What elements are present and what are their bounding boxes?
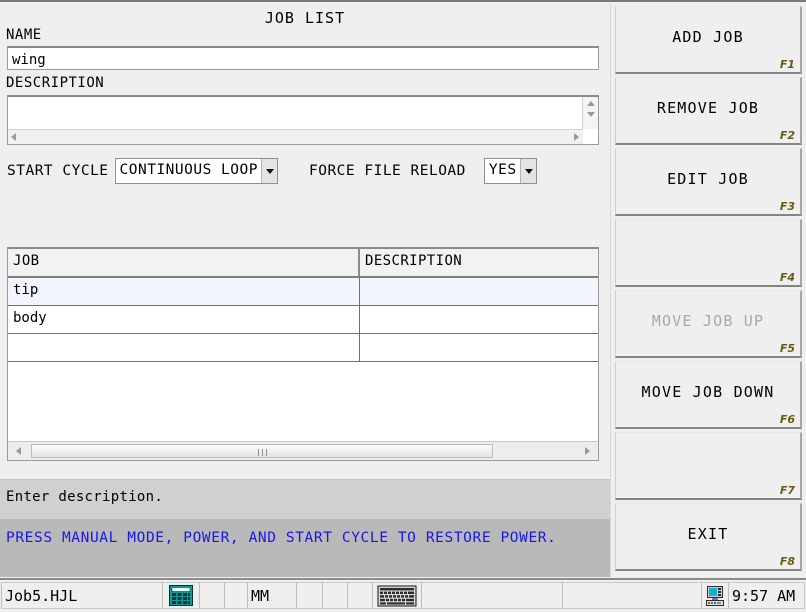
scroll-down-icon[interactable]	[586, 112, 595, 117]
force-file-reload-value: YES	[488, 162, 517, 178]
cell-description	[360, 334, 598, 361]
computer-icon	[706, 585, 724, 606]
status-empty-5	[347, 582, 373, 609]
move-job-up-button[interactable]: MOVE JOB UP F5	[615, 290, 802, 358]
scroll-right-icon[interactable]	[585, 447, 590, 455]
function-key-panel: ADD JOB F1 REMOVE JOB F2 EDIT JOB F3 F4 …	[610, 4, 806, 580]
button-label: MOVE JOB UP	[651, 311, 765, 330]
cell-description	[360, 306, 598, 333]
f7-button[interactable]: F7	[615, 432, 802, 500]
button-label: EXIT	[687, 524, 729, 543]
fkey-badge: F2	[779, 129, 795, 142]
status-empty-4	[322, 582, 348, 609]
chevron-down-icon[interactable]	[260, 159, 277, 183]
page-title: JOB LIST	[264, 9, 346, 27]
add-job-button[interactable]: ADD JOB F1	[615, 6, 802, 74]
name-input[interactable]: wing	[7, 46, 599, 70]
description-label: DESCRIPTION	[6, 75, 105, 91]
chevron-down-icon[interactable]	[519, 159, 536, 183]
units-text: MM	[251, 586, 270, 605]
status-file-name: Job5.HJL	[1, 582, 163, 609]
calculator-icon	[169, 585, 193, 606]
scroll-left-icon[interactable]	[11, 133, 16, 141]
scroll-left-icon[interactable]	[16, 447, 21, 455]
prompt-message: Enter description.	[0, 479, 610, 519]
cell-description	[360, 278, 598, 305]
status-empty-3	[296, 582, 323, 609]
table-row[interactable]	[8, 334, 598, 362]
time-text: 9:57 AM	[732, 586, 796, 605]
fkey-badge: F5	[779, 342, 795, 355]
cell-job: body	[8, 306, 360, 333]
button-label: ADD JOB	[672, 27, 744, 46]
status-time: 9:57 AM	[728, 582, 805, 609]
move-job-down-button[interactable]: MOVE JOB DOWN F6	[615, 361, 802, 429]
status-calculator-cell[interactable]	[162, 582, 200, 609]
cell-job	[8, 334, 360, 361]
status-bar: Job5.HJL MM 9:57 AM	[0, 578, 806, 612]
button-label: REMOVE JOB	[656, 98, 760, 117]
description-vertical-scrollbar[interactable]	[582, 97, 598, 129]
cycle-options-row: START CYCLE CONTINUOUS LOOP FORCE FILE R…	[0, 157, 610, 185]
table-row[interactable]: tip	[8, 278, 598, 306]
start-cycle-select[interactable]: CONTINUOUS LOOP	[114, 158, 278, 184]
job-table: JOB DESCRIPTION tip body	[7, 247, 599, 461]
status-empty-1	[199, 582, 225, 609]
table-horizontal-scrollbar[interactable]	[8, 441, 598, 460]
status-empty-7	[562, 582, 702, 609]
cell-job: tip	[8, 278, 360, 305]
main-panel: JOB LIST NAME wing DESCRIPTION START CYC…	[0, 4, 610, 580]
f4-button[interactable]: F4	[615, 219, 802, 287]
name-label: NAME	[6, 27, 42, 43]
fkey-badge: F3	[779, 200, 795, 213]
description-horizontal-scrollbar[interactable]	[8, 129, 583, 144]
table-row[interactable]: body	[8, 306, 598, 334]
table-empty-area	[8, 362, 598, 435]
file-name-text: Job5.HJL	[5, 586, 78, 605]
fkey-badge: F1	[779, 58, 795, 71]
start-cycle-label: START CYCLE	[7, 163, 109, 179]
job-list-window: JOB LIST NAME wing DESCRIPTION START CYC…	[0, 0, 806, 612]
scrollbar-thumb[interactable]	[31, 444, 493, 458]
status-empty-2	[224, 582, 248, 609]
start-cycle-value: CONTINUOUS LOOP	[119, 162, 258, 178]
column-header-description: DESCRIPTION	[365, 253, 463, 269]
fkey-badge: F8	[779, 555, 795, 568]
grip-icon	[258, 449, 267, 456]
force-file-reload-select[interactable]: YES	[483, 158, 537, 184]
column-header-job: JOB	[8, 249, 360, 276]
fkey-badge: F6	[779, 413, 795, 426]
button-label: EDIT JOB	[667, 169, 749, 188]
description-input[interactable]	[7, 95, 599, 145]
force-file-reload-label: FORCE FILE RELOAD	[308, 163, 466, 179]
fkey-badge: F7	[779, 484, 795, 497]
keyboard-icon	[377, 585, 417, 606]
exit-button[interactable]: EXIT F8	[615, 503, 802, 571]
status-empty-6	[421, 582, 563, 609]
status-units: MM	[247, 582, 297, 609]
edit-job-button[interactable]: EDIT JOB F3	[615, 148, 802, 216]
fkey-badge: F4	[779, 271, 795, 284]
alert-message: PRESS MANUAL MODE, POWER, AND START CYCL…	[0, 519, 610, 577]
status-computer-cell[interactable]	[701, 582, 729, 609]
status-keyboard-cell[interactable]	[372, 582, 422, 609]
table-header-row: JOB DESCRIPTION	[8, 249, 598, 278]
scroll-up-icon[interactable]	[586, 101, 595, 106]
button-label: MOVE JOB DOWN	[641, 382, 775, 401]
scroll-right-icon[interactable]	[574, 133, 579, 141]
remove-job-button[interactable]: REMOVE JOB F2	[615, 77, 802, 145]
